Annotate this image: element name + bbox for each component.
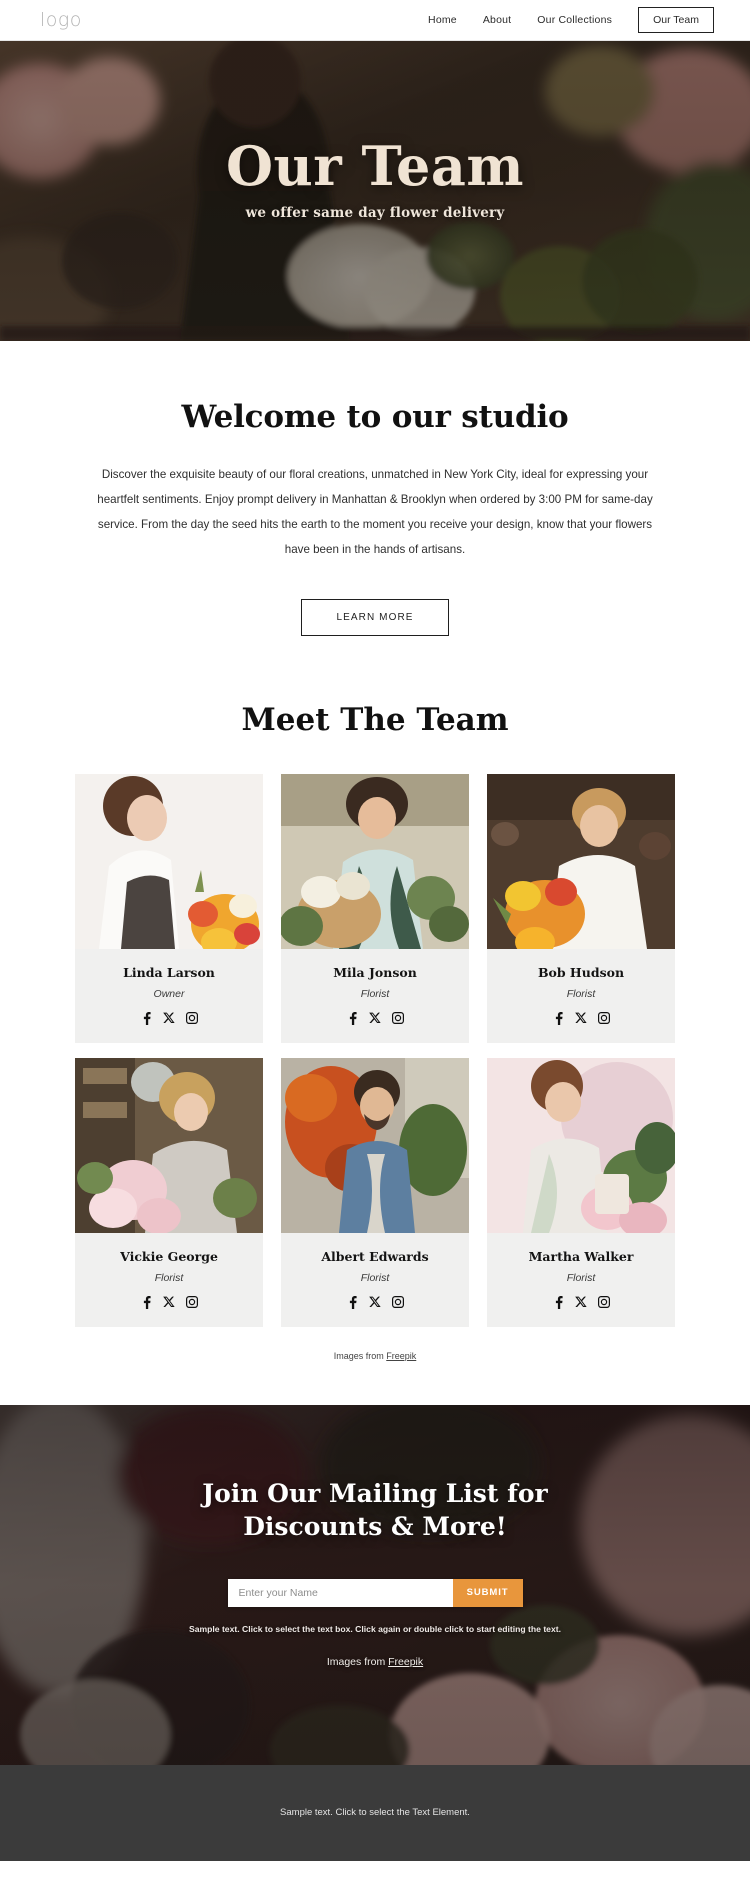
- subscribe-form: SUBMIT: [227, 1578, 523, 1607]
- mailing-freepik-link[interactable]: Freepik: [388, 1656, 423, 1668]
- team-member-photo: [75, 773, 263, 949]
- team-member-socials: [287, 1295, 463, 1309]
- credit-prefix: Images from: [333, 1350, 387, 1361]
- facebook-icon[interactable]: [553, 1295, 564, 1309]
- instagram-icon[interactable]: [391, 1296, 404, 1309]
- mailing-credit-prefix: Images from: [326, 1655, 389, 1668]
- team-member-card: Bob Hudson Florist: [487, 773, 675, 1043]
- welcome-heading: Welcome to our studio: [181, 399, 569, 435]
- nav-item-about[interactable]: About: [483, 14, 511, 26]
- mailing-title-line1: Join Our Mailing List for: [202, 1478, 548, 1508]
- team-member-name: Mila Jonson: [333, 964, 417, 980]
- team-member-name: Albert Edwards: [321, 1248, 429, 1264]
- team-grid: Linda Larson Owner Mila Jonson Florist Bob H…: [0, 773, 750, 1327]
- mailing-image-credit: Images from Freepik: [327, 1656, 423, 1668]
- team-member-info: Albert Edwards Florist: [281, 1233, 469, 1327]
- team-member-info: Bob Hudson Florist: [487, 949, 675, 1043]
- mailing-list-section: Join Our Mailing List for Discounts & Mo…: [0, 1404, 750, 1765]
- team-member-role: Owner: [153, 987, 185, 1000]
- team-member-photo: [281, 1057, 469, 1233]
- nav-item-our-collections[interactable]: Our Collections: [537, 14, 612, 26]
- team-member-photo: [281, 773, 469, 949]
- team-member-info: Martha Walker Florist: [487, 1233, 675, 1327]
- hero-banner: Our Team we offer same day flower delive…: [0, 41, 750, 341]
- team-member-role: Florist: [360, 987, 390, 1000]
- team-member-card: Vickie George Florist: [75, 1057, 263, 1327]
- x-twitter-icon[interactable]: [162, 1012, 175, 1024]
- submit-button[interactable]: SUBMIT: [452, 1578, 523, 1607]
- facebook-icon[interactable]: [347, 1011, 358, 1025]
- team-section: Meet The Team Linda Larson Owner Mila Jons…: [0, 701, 750, 1405]
- x-twitter-icon[interactable]: [162, 1296, 175, 1308]
- mailing-sample-note: Sample text. Click to select the text bo…: [188, 1623, 561, 1634]
- team-member-info: Mila Jonson Florist: [281, 949, 469, 1043]
- welcome-section: Welcome to our studio Discover the exqui…: [0, 341, 750, 702]
- nav-item-our-team[interactable]: Our Team: [638, 6, 714, 34]
- team-member-photo: [487, 773, 675, 949]
- team-member-role: Florist: [566, 1271, 596, 1284]
- team-member-photo: [75, 1057, 263, 1233]
- instagram-icon[interactable]: [391, 1012, 404, 1025]
- instagram-icon[interactable]: [185, 1296, 198, 1309]
- team-member-role: Florist: [360, 1271, 390, 1284]
- main-navigation: Home About Our Collections Our Team: [428, 6, 714, 34]
- x-twitter-icon[interactable]: [574, 1296, 587, 1308]
- instagram-icon[interactable]: [597, 1012, 610, 1025]
- learn-more-button[interactable]: LEARN MORE: [301, 598, 449, 636]
- team-member-socials: [493, 1295, 669, 1309]
- team-member-card: Linda Larson Owner: [75, 773, 263, 1043]
- team-member-card: Mila Jonson Florist: [281, 773, 469, 1043]
- site-footer: Sample text. Click to select the Text El…: [0, 1764, 750, 1861]
- site-header: logo Home About Our Collections Our Team: [0, 0, 750, 41]
- team-member-name: Vickie George: [120, 1248, 218, 1264]
- footer-text: Sample text. Click to select the Text El…: [280, 1807, 470, 1819]
- team-heading: Meet The Team: [241, 701, 509, 738]
- learn-more-wrapper: LEARN MORE: [0, 598, 750, 702]
- instagram-icon[interactable]: [185, 1012, 198, 1025]
- freepik-link[interactable]: Freepik: [386, 1351, 416, 1361]
- mailing-title: Join Our Mailing List for Discounts & Mo…: [202, 1477, 547, 1543]
- x-twitter-icon[interactable]: [574, 1012, 587, 1024]
- nav-item-home[interactable]: Home: [428, 14, 457, 26]
- team-member-name: Bob Hudson: [537, 964, 625, 980]
- name-input[interactable]: [227, 1578, 453, 1607]
- team-member-info: Vickie George Florist: [75, 1233, 263, 1327]
- team-member-socials: [81, 1011, 257, 1025]
- team-member-name: Martha Walker: [528, 1248, 634, 1264]
- team-member-socials: [81, 1295, 257, 1309]
- team-member-role: Florist: [154, 1271, 184, 1284]
- team-member-card: Martha Walker Florist: [487, 1057, 675, 1327]
- hero-title: Our Team: [225, 134, 525, 198]
- x-twitter-icon[interactable]: [368, 1012, 381, 1024]
- facebook-icon[interactable]: [347, 1295, 358, 1309]
- team-image-credit: Images from Freepik: [0, 1327, 750, 1391]
- team-member-name: Linda Larson: [123, 964, 215, 980]
- x-twitter-icon[interactable]: [368, 1296, 381, 1308]
- team-member-card: Albert Edwards Florist: [281, 1057, 469, 1327]
- welcome-paragraph: Discover the exquisite beauty of our flo…: [97, 468, 653, 556]
- hero-subtitle: we offer same day flower delivery: [245, 204, 505, 221]
- facebook-icon[interactable]: [553, 1011, 564, 1025]
- team-member-socials: [493, 1011, 669, 1025]
- team-member-photo: [487, 1057, 675, 1233]
- page-root: logo Home About Our Collections Our Team: [0, 0, 750, 1861]
- team-member-role: Florist: [566, 987, 596, 1000]
- mailing-title-line2: Discounts & More!: [243, 1511, 507, 1541]
- instagram-icon[interactable]: [597, 1296, 610, 1309]
- site-logo[interactable]: logo: [40, 9, 82, 31]
- team-member-socials: [287, 1011, 463, 1025]
- team-member-info: Linda Larson Owner: [75, 949, 263, 1043]
- facebook-icon[interactable]: [141, 1295, 152, 1309]
- facebook-icon[interactable]: [141, 1011, 152, 1025]
